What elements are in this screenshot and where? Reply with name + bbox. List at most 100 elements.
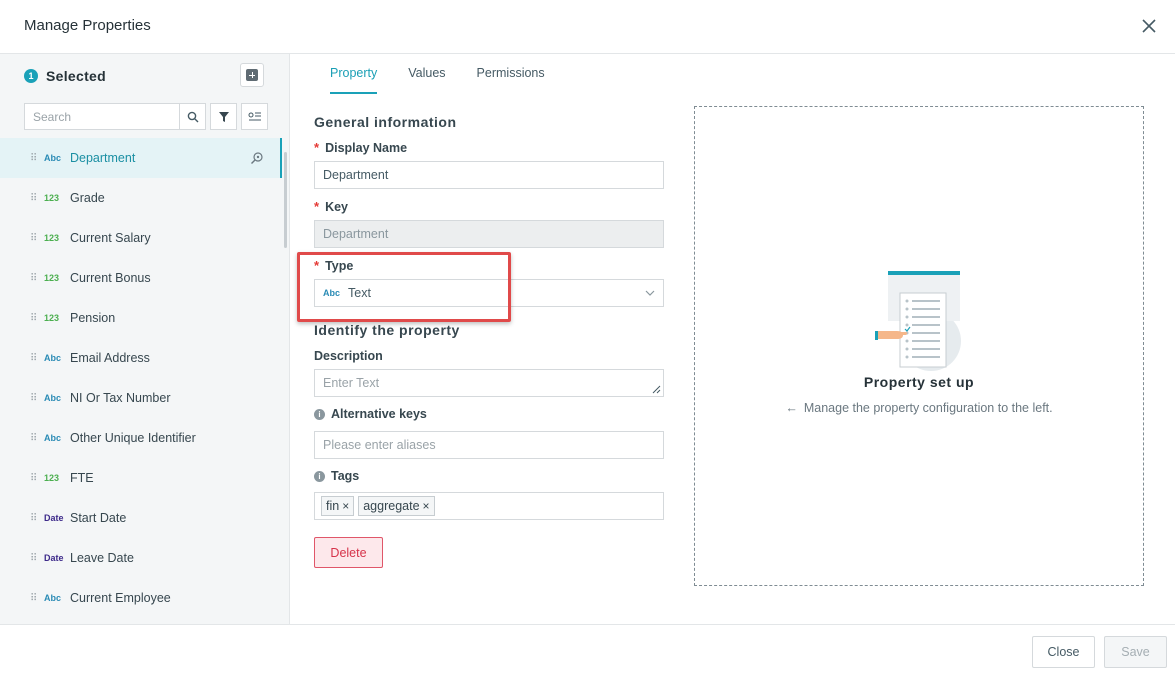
drag-handle-icon[interactable]: ⠿ — [30, 593, 42, 604]
required-asterisk: * — [314, 199, 320, 214]
drag-handle-icon[interactable]: ⠿ — [30, 433, 42, 444]
alternative-keys-placeholder: Please enter aliases — [323, 438, 436, 452]
type-select[interactable]: Abc Text — [314, 279, 664, 307]
sort-icon — [248, 112, 261, 120]
search-input[interactable] — [24, 103, 179, 130]
close-button[interactable]: Close — [1032, 636, 1095, 668]
drag-handle-icon[interactable]: ⠿ — [30, 473, 42, 484]
tab-permissions[interactable]: Permissions — [477, 54, 545, 94]
display-name-value: Department — [323, 168, 389, 182]
drag-handle-icon[interactable]: ⠿ — [30, 553, 42, 564]
type-tag: Abc — [44, 393, 62, 403]
property-list: ⠿ Abc Department ⠿ 123 Grade ⠿ 123 Curre… — [0, 138, 282, 618]
property-item-email-address[interactable]: ⠿ Abc Email Address — [0, 338, 282, 378]
property-item-fte[interactable]: ⠿ 123 FTE — [0, 458, 282, 498]
filter-button[interactable] — [210, 103, 237, 130]
type-tag: 123 — [44, 273, 60, 283]
property-item-department[interactable]: ⠿ Abc Department — [0, 138, 282, 178]
property-item-current-employee[interactable]: ⠿ Abc Current Employee — [0, 578, 282, 618]
property-name: Other Unique Identifier — [70, 431, 196, 445]
type-tag: Abc — [44, 593, 62, 603]
resize-grip-icon[interactable] — [651, 384, 661, 394]
display-name-label: * Display Name — [314, 140, 407, 155]
property-item-leave-date[interactable]: ⠿ Date Leave Date — [0, 538, 282, 578]
property-item-other-unique-identifier[interactable]: ⠿ Abc Other Unique Identifier — [0, 418, 282, 458]
drag-handle-icon[interactable]: ⠿ — [30, 313, 42, 324]
property-setup-illustration — [875, 271, 961, 371]
add-property-button[interactable] — [240, 63, 264, 87]
type-tag: Abc — [44, 353, 62, 363]
save-button[interactable]: Save — [1104, 636, 1167, 668]
property-item-pension[interactable]: ⠿ 123 Pension — [0, 298, 282, 338]
type-tag: 123 — [44, 313, 60, 323]
placeholder-title: Property set up — [863, 374, 975, 390]
alternative-keys-label: i Alternative keys — [314, 407, 427, 421]
property-item-ni-or-tax-number[interactable]: ⠿ Abc NI Or Tax Number — [0, 378, 282, 418]
property-tabs: Property Values Permissions — [330, 54, 576, 94]
properties-sidebar: 1 Selected ⠿ Abc Department ⠿ 123 Grade … — [0, 54, 290, 624]
close-icon[interactable] — [1139, 16, 1159, 36]
chevron-down-icon — [645, 290, 655, 296]
placeholder-subtitle-text: Manage the property configuration to the… — [803, 401, 1053, 415]
tags-label: i Tags — [314, 469, 359, 483]
property-item-current-bonus[interactable]: ⠿ 123 Current Bonus — [0, 258, 282, 298]
drag-handle-icon[interactable]: ⠿ — [30, 353, 42, 364]
type-tag: Date — [44, 513, 64, 523]
sidebar-scrollbar[interactable] — [284, 152, 287, 248]
drag-handle-icon[interactable]: ⠿ — [30, 153, 42, 164]
key-field: Department — [314, 220, 664, 248]
sort-button[interactable] — [241, 103, 268, 130]
type-tag: Abc — [44, 153, 62, 163]
drag-handle-icon[interactable]: ⠿ — [30, 513, 42, 524]
info-icon[interactable]: i — [314, 408, 325, 420]
type-label: * Type — [314, 258, 353, 273]
type-tag: 123 — [44, 193, 60, 203]
add-icon — [246, 69, 258, 81]
property-name: Current Employee — [70, 591, 171, 605]
tag-label: fin — [326, 499, 340, 513]
tab-values[interactable]: Values — [408, 54, 445, 94]
property-name: FTE — [70, 471, 94, 485]
property-item-current-salary[interactable]: ⠿ 123 Current Salary — [0, 218, 282, 258]
remove-tag-icon[interactable]: × — [423, 499, 430, 513]
display-name-field[interactable]: Department — [314, 161, 664, 189]
property-item-grade[interactable]: ⠿ 123 Grade — [0, 178, 282, 218]
remove-tag-icon[interactable]: × — [342, 499, 349, 513]
arrow-left-icon: ← — [785, 401, 798, 415]
selected-count-badge: 1 — [24, 69, 38, 83]
identify-property-heading: Identify the property — [314, 322, 460, 338]
type-tag: 123 — [44, 473, 60, 483]
key-label: * Key — [314, 199, 348, 214]
search-button[interactable] — [179, 103, 206, 130]
drag-handle-icon[interactable]: ⠿ — [30, 233, 42, 244]
delete-button[interactable]: Delete — [314, 537, 383, 568]
tag-chip: fin × — [321, 496, 355, 516]
key-value: Department — [323, 227, 389, 241]
selected-label: Selected — [46, 68, 106, 84]
search-row — [24, 103, 268, 130]
description-field[interactable]: Enter Text — [314, 369, 664, 397]
tab-property[interactable]: Property — [330, 54, 378, 94]
key-label-text: Key — [325, 199, 348, 214]
tags-field[interactable]: fin × aggregate × — [314, 492, 664, 520]
alternative-keys-field[interactable]: Please enter aliases — [314, 431, 664, 459]
inspect-icon[interactable] — [250, 151, 264, 165]
dialog-header: Manage Properties — [0, 0, 1175, 54]
drag-handle-icon[interactable]: ⠿ — [30, 193, 42, 204]
description-placeholder: Enter Text — [323, 376, 380, 390]
required-asterisk: * — [314, 140, 320, 155]
type-tag: Abc — [323, 288, 341, 298]
info-icon[interactable]: i — [314, 470, 325, 482]
property-name: Current Bonus — [70, 271, 151, 285]
drag-handle-icon[interactable]: ⠿ — [30, 273, 42, 284]
placeholder-subtitle: ← Manage the property configuration to th… — [695, 401, 1143, 415]
property-item-start-date[interactable]: ⠿ Date Start Date — [0, 498, 282, 538]
type-tag: Abc — [44, 433, 62, 443]
property-name: Department — [70, 151, 136, 165]
drag-handle-icon[interactable]: ⠿ — [30, 393, 42, 404]
property-name: Start Date — [70, 511, 127, 525]
type-value: Text — [348, 286, 371, 300]
tags-label-text: Tags — [331, 469, 360, 483]
alternative-keys-label-text: Alternative keys — [331, 407, 427, 421]
type-tag: 123 — [44, 233, 60, 243]
